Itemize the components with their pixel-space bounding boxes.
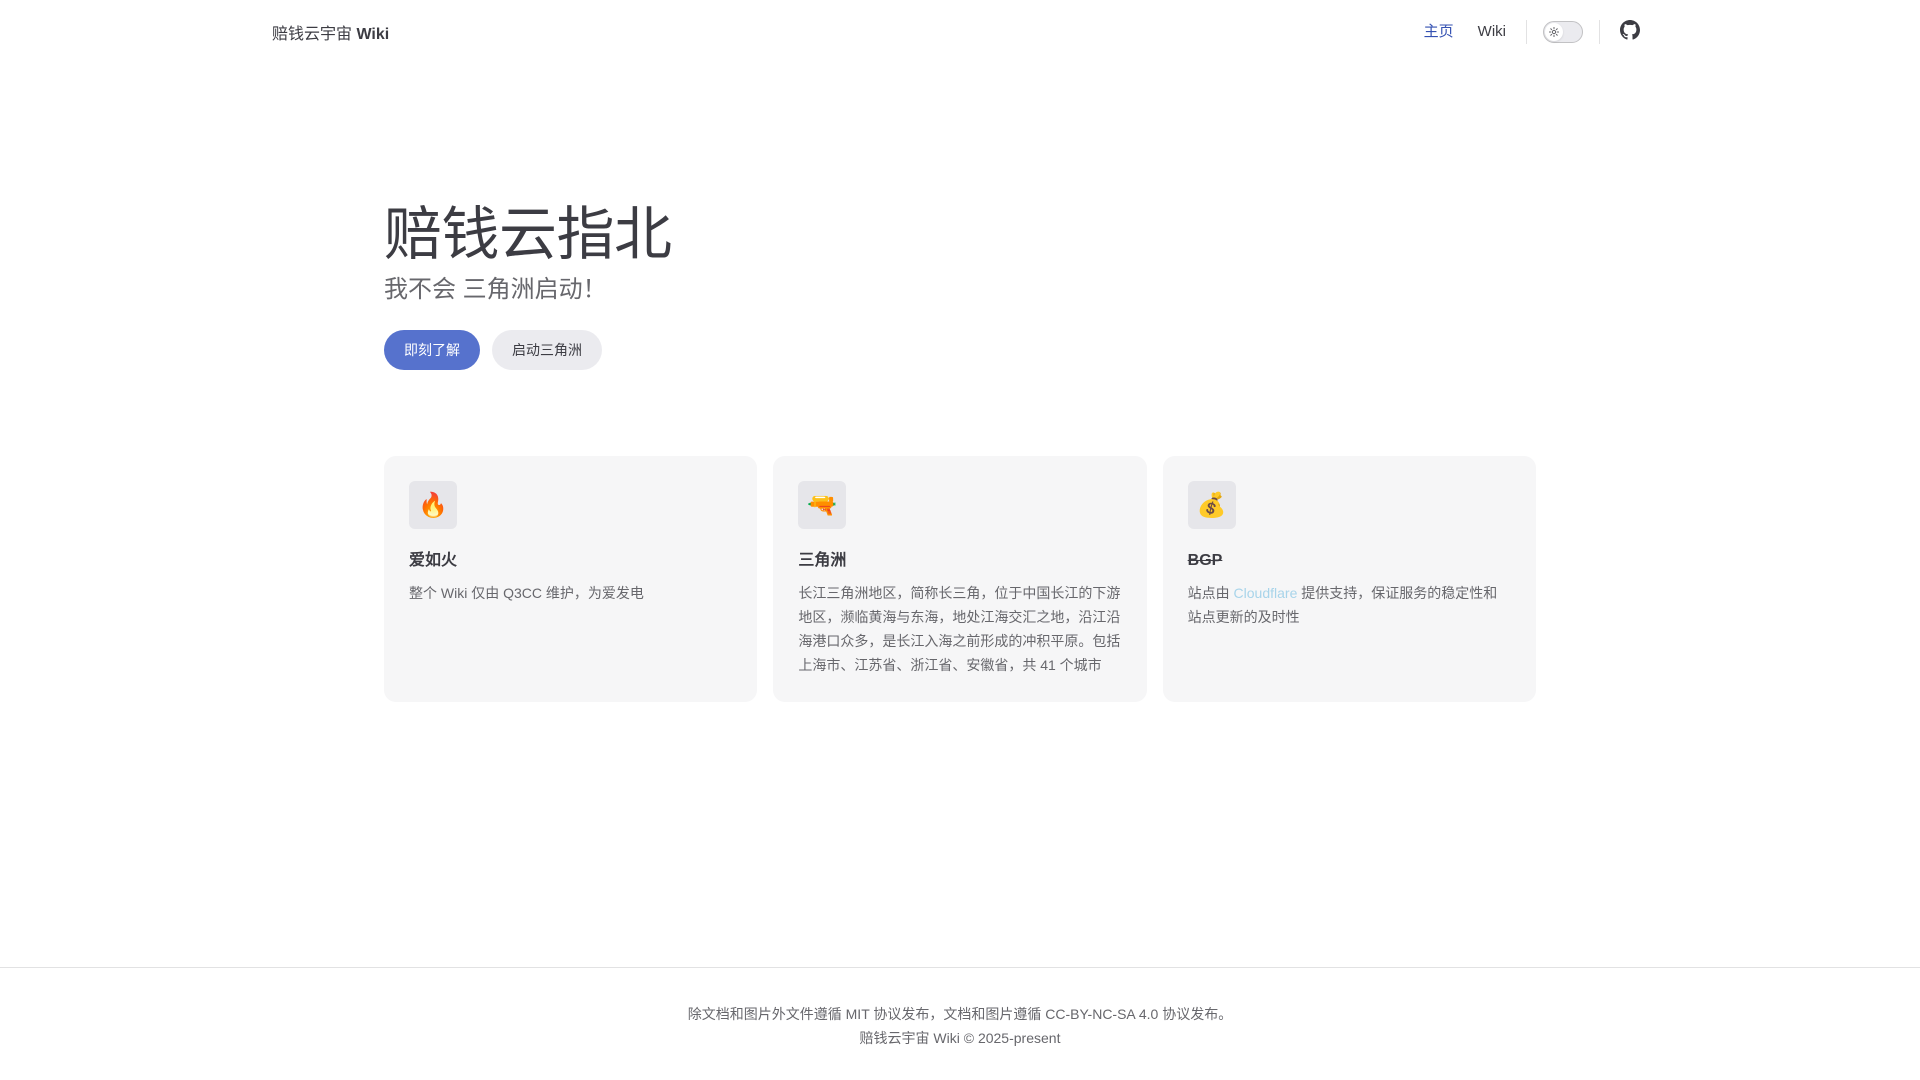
feature-title: BGP: [1187, 552, 1223, 569]
fire-icon: 🔥: [409, 481, 457, 529]
footer: 除文档和图片外文件遵循 MIT 协议发布，文档和图片遵循 CC-BY-NC-SA…: [0, 967, 1920, 1080]
cloudflare-link[interactable]: Cloudflare: [1234, 585, 1298, 601]
github-link[interactable]: [1612, 14, 1648, 50]
feature-details: 长江三角洲地区，简称长三角，位于中国长江的下游地区，濒临黄海与东海，地处江海交汇…: [798, 585, 1121, 673]
site-title-suffix: Wiki: [356, 26, 390, 43]
nav-link-home[interactable]: 主页: [1412, 0, 1466, 64]
features: 🔥 爱如火 整个 Wiki 仅由 Q3CC 维护，为爱发电 🔫 三角洲 长江三角…: [384, 456, 1536, 702]
site-title-link[interactable]: 赔钱云宇宙 Wiki: [272, 20, 389, 44]
feature-details: 站点由 Cloudflare 提供支持，保证服务的稳定性和站点更新的及时性: [1188, 581, 1511, 629]
feature-card: 💰 BGP 站点由 Cloudflare 提供支持，保证服务的稳定性和站点更新的…: [1162, 456, 1536, 702]
hero-title: 赔钱云指北: [384, 202, 672, 267]
sun-icon: [1545, 23, 1563, 41]
feature-card: 🔫 三角洲 长江三角洲地区，简称长三角，位于中国长江的下游地区，濒临黄海与东海，…: [773, 456, 1147, 702]
details-prefix: 站点由: [1187, 585, 1234, 601]
footer-copyright: 赔钱云宇宙 Wiki © 2025-present: [859, 1030, 1061, 1046]
money-bag-icon: 💰: [1187, 481, 1236, 529]
nav-link-wiki[interactable]: Wiki: [1466, 0, 1518, 64]
github-icon: [1620, 19, 1640, 45]
theme-toggle-switch[interactable]: [1543, 21, 1583, 43]
hero: 赔钱云指北 我不会 三角洲启动！ 即刻了解 启动三角洲: [384, 200, 1536, 370]
nav-divider: [1526, 20, 1527, 44]
top-nav: 赔钱云宇宙 Wiki 主页 Wiki: [0, 0, 1920, 64]
nav-right: 主页 Wiki: [1412, 0, 1648, 64]
nav-divider: [1599, 20, 1600, 44]
feature-details: 整个 Wiki 仅由 Q3CC 维护，为爱发电: [409, 585, 644, 601]
site-title-prefix: 赔钱云宇宙: [272, 26, 353, 43]
learn-now-button[interactable]: 即刻了解: [384, 330, 480, 370]
feature-card: 🔥 爱如火 整个 Wiki 仅由 Q3CC 维护，为爱发电: [384, 456, 758, 702]
feature-title: 爱如火: [409, 552, 458, 569]
hero-actions: 即刻了解 启动三角洲: [384, 330, 1536, 370]
start-delta-button[interactable]: 启动三角洲: [492, 330, 602, 370]
hero-tagline: 我不会 三角洲启动！: [384, 276, 607, 303]
footer-license-message: 除文档和图片外文件遵循 MIT 协议发布，文档和图片遵循 CC-BY-NC-SA…: [687, 1006, 1233, 1022]
water-gun-icon: 🔫: [798, 481, 847, 529]
feature-title: 三角洲: [798, 552, 847, 569]
